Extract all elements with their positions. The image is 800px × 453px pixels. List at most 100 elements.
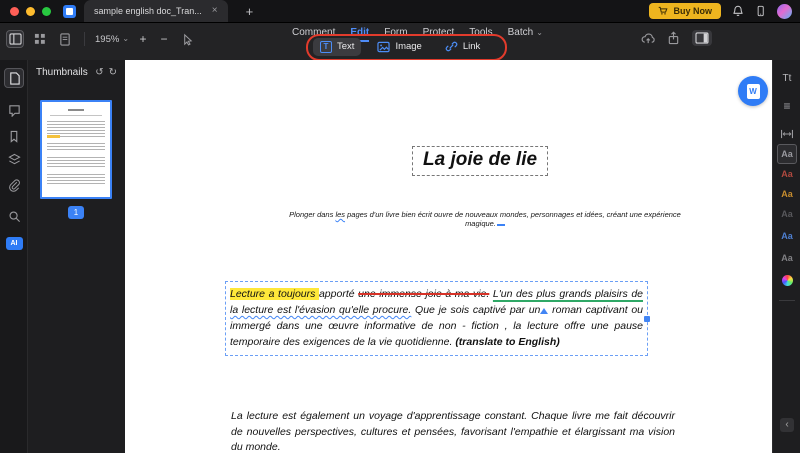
color-wheel-icon [781, 274, 793, 286]
buy-now-button[interactable]: Buy Now [649, 3, 721, 19]
right-properties-bar: Tt ≡ Aa Aa Aa Aa Aa Aa ‹ [772, 60, 800, 453]
cart-icon [659, 6, 668, 15]
font-style-preset-red[interactable]: Aa [777, 164, 797, 184]
menu-batch-label: Batch [507, 27, 534, 38]
edit-link-label: Link [462, 41, 481, 52]
document-title-textbox[interactable]: La joie de lie [412, 146, 549, 176]
tab-title: sample english doc_Tran... [94, 6, 202, 16]
thumbnail-content [50, 115, 102, 116]
document-canvas[interactable]: W La joie de lie Plonger dans les pages … [125, 60, 772, 453]
spacing-button[interactable] [777, 124, 797, 144]
ai-icon: AI [5, 236, 23, 250]
zoom-out-button[interactable]: − [157, 33, 171, 45]
font-style-preset-selected[interactable]: Aa [777, 144, 797, 164]
paragraph-align-button[interactable]: ≡ [777, 96, 797, 116]
edit-link-button[interactable]: Link [438, 37, 487, 56]
chevron-down-icon: ⌄ [536, 27, 543, 37]
window-controls [10, 6, 51, 16]
layers-panel-button[interactable] [4, 149, 24, 169]
subtitle-text: Plonger dans [289, 210, 336, 219]
attachments-panel-button[interactable] [4, 175, 24, 195]
translate-note-text: (translate to English) [455, 336, 560, 348]
edit-tools-group: T Text Image Link [313, 37, 487, 56]
divider [779, 300, 795, 301]
page-icon [60, 32, 70, 46]
document-subtitle[interactable]: Plonger dans les pages d'un livre bien é… [285, 210, 685, 228]
comments-panel-button[interactable] [4, 100, 24, 120]
select-tool-button[interactable] [178, 30, 196, 48]
comment-bubble-icon [8, 104, 20, 117]
user-avatar[interactable] [777, 3, 792, 19]
pointer-tool-icon [183, 33, 192, 46]
ai-assistant-button[interactable]: AI [4, 233, 24, 253]
font-style-preset-light-gray[interactable]: Aa [777, 248, 797, 268]
strikethrough-text: une immense joie à ma vie. [358, 288, 490, 300]
font-style-preset-gray[interactable]: Aa [777, 204, 797, 224]
edit-text-button[interactable]: T Text [313, 37, 362, 56]
minimize-window-button[interactable] [26, 6, 35, 16]
mobile-device-icon[interactable] [755, 5, 766, 17]
search-panel-button[interactable] [4, 206, 24, 226]
reading-panel-button[interactable] [692, 30, 712, 46]
font-properties-button[interactable]: Tt [777, 68, 797, 88]
thumbnail-content [47, 157, 105, 169]
page-view-button[interactable] [56, 30, 74, 48]
wavy-underlined-text: la lecture est l'évasion qu'elle procure… [230, 304, 412, 316]
menu-batch[interactable]: Batch ⌄ [508, 27, 543, 40]
highlighted-text: Lecture a toujours [230, 288, 319, 300]
font-style-preset-blue[interactable]: Aa [777, 226, 797, 246]
zoom-window-button[interactable] [42, 6, 51, 16]
page-number-badge: 1 [68, 206, 84, 219]
paragraph-text: apporté [318, 288, 359, 300]
convert-to-word-button[interactable]: W [738, 76, 768, 106]
buy-now-label: Buy Now [673, 6, 712, 16]
font-style-preset-yellow[interactable]: Aa [777, 184, 797, 204]
bookmarks-panel-button[interactable] [4, 126, 24, 146]
search-icon [8, 210, 20, 222]
edit-text-label: Text [337, 41, 355, 52]
edit-image-label: Image [395, 41, 422, 52]
new-tab-button[interactable]: + [246, 4, 254, 19]
thumbnail-content [47, 174, 105, 186]
document-tab[interactable]: sample english doc_Tran... × [84, 0, 228, 22]
rotate-left-icon[interactable]: ↺ [95, 67, 103, 78]
rotate-right-icon[interactable]: ↻ [109, 67, 117, 78]
titlebar: sample english doc_Tran... × + Buy Now [0, 0, 800, 22]
document-icon [9, 71, 20, 85]
paragraph-text: Que je sois captivé par un [411, 304, 541, 316]
notification-bell-icon[interactable] [732, 5, 744, 17]
grid-view-button[interactable] [31, 30, 49, 48]
color-picker-button[interactable] [777, 270, 797, 290]
thumbnail-highlight [47, 135, 60, 138]
edit-image-button[interactable]: Image [370, 38, 428, 56]
layers-icon [7, 153, 21, 164]
thumbnails-panel: Thumbnails ↺ ↻ 1 [28, 60, 125, 453]
tab-close-icon[interactable]: × [212, 6, 218, 16]
thumbnails-panel-title: Thumbnails [36, 67, 88, 78]
grid-icon [34, 33, 45, 44]
text-tool-icon: T [320, 40, 332, 53]
thumbnail-content [68, 109, 84, 111]
chevron-down-icon: ⌄ [122, 34, 130, 43]
subtitle-text: pages d'un livre bien écrit ouvre de nou… [345, 210, 681, 228]
left-icon-strip: AI [0, 60, 28, 453]
selected-paragraph-textbox[interactable]: Lecture a toujours apporté une immense j… [225, 281, 650, 356]
page-thumbnail[interactable] [40, 100, 112, 199]
zoom-in-button[interactable]: + [136, 33, 150, 45]
spellcheck-mark [496, 224, 505, 226]
reading-panel-icon [695, 32, 709, 44]
zoom-level-value: 195% [95, 33, 120, 45]
share-icon[interactable] [667, 31, 680, 45]
selection-resize-handle[interactable] [644, 315, 650, 322]
cloud-upload-icon[interactable] [641, 32, 655, 45]
paragraph-2[interactable]: La lecture est également un voyage d'app… [231, 409, 675, 453]
close-window-button[interactable] [10, 6, 19, 16]
subtitle-marked-word: les [335, 210, 346, 219]
thumbnails-panel-button[interactable] [4, 68, 24, 88]
bookmark-icon [10, 130, 18, 143]
collapse-panel-button[interactable]: ‹ [780, 418, 794, 432]
toggle-sidebar-button[interactable] [6, 30, 24, 48]
zoom-level-dropdown[interactable]: 195% ⌄ [95, 34, 129, 45]
app-logo-icon [63, 4, 76, 18]
sidebar-panel-icon [8, 33, 22, 45]
